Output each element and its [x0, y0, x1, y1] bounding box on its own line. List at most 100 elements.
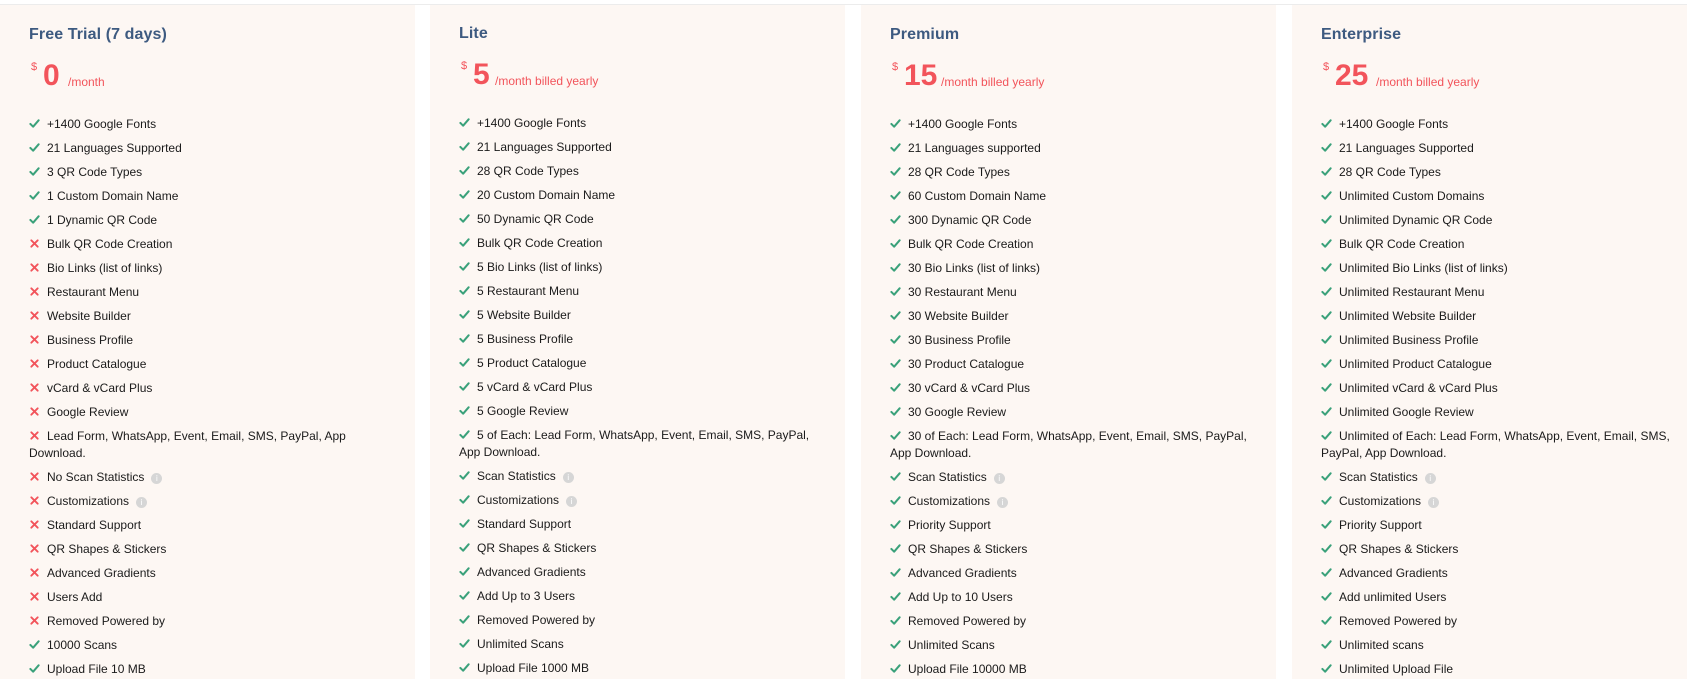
feature-item: Unlimited Business Profile	[1321, 329, 1687, 353]
check-icon	[1321, 568, 1332, 577]
info-icon[interactable]: i	[1428, 497, 1440, 508]
feature-item: Add Up to 10 Users	[890, 586, 1276, 610]
feature-label: vCard & vCard Plus	[47, 381, 153, 395]
cross-icon	[30, 407, 39, 416]
check-icon	[890, 311, 901, 320]
info-icon[interactable]: i	[993, 473, 1005, 484]
check-icon	[459, 615, 470, 624]
price-amount: 25	[1335, 59, 1369, 92]
check-icon	[1321, 472, 1332, 481]
feature-label: Unlimited Business Profile	[1339, 333, 1479, 347]
feature-label: Upload File 10000 MB	[908, 662, 1027, 676]
feature-item: QR Shapes & Stickers	[1321, 538, 1687, 562]
check-icon	[1321, 287, 1332, 296]
feature-item: Unlimited Scans	[459, 633, 845, 657]
check-icon	[29, 191, 40, 200]
cross-icon	[30, 311, 39, 320]
feature-item: 30 Google Review	[890, 401, 1276, 425]
price-currency: $	[1323, 61, 1330, 73]
feature-label: QR Shapes & Stickers	[477, 541, 597, 555]
feature-label: 30 of Each: Lead Form, WhatsApp, Event, …	[890, 429, 1247, 460]
feature-label: 5 Restaurant Menu	[477, 284, 580, 298]
feature-item: Unlimited Google Review	[1321, 401, 1687, 425]
feature-item: Upload File 10000 MB	[890, 658, 1276, 679]
feature-item: 21 Languages Supported	[459, 136, 845, 160]
feature-item: 20 Custom Domain Name	[459, 184, 845, 208]
feature-label: Standard Support	[47, 518, 142, 532]
info-icon[interactable]: i	[151, 473, 163, 484]
check-icon	[890, 359, 901, 368]
feature-item: Unlimited Dynamic QR Code	[1321, 209, 1687, 233]
feature-label: Unlimited vCard & vCard Plus	[1339, 381, 1498, 395]
feature-item: 30 Website Builder	[890, 305, 1276, 329]
check-icon	[1321, 335, 1332, 344]
feature-label: QR Shapes & Stickers	[1339, 542, 1459, 556]
feature-item: Business Profile	[29, 329, 415, 353]
check-icon	[29, 640, 40, 649]
feature-label: Customizations	[1339, 494, 1422, 508]
feature-item: 30 vCard & vCard Plus	[890, 377, 1276, 401]
feature-label: Removed Powered by	[477, 613, 596, 627]
check-icon	[459, 310, 470, 319]
feature-label: 28 QR Code Types	[908, 165, 1010, 179]
info-icon[interactable]: i	[566, 496, 578, 507]
feature-label: Unlimited Product Catalogue	[1339, 357, 1492, 371]
feature-item: 28 QR Code Types	[1321, 161, 1687, 185]
feature-item: 5 vCard & vCard Plus	[459, 376, 845, 400]
check-icon	[890, 239, 901, 248]
check-icon	[1321, 496, 1332, 505]
feature-label: Advanced Gradients	[477, 565, 586, 579]
feature-item: Unlimited Website Builder	[1321, 305, 1687, 329]
feature-item: Scan Statistics i	[459, 465, 845, 489]
check-icon	[1321, 143, 1332, 152]
feature-label: QR Shapes & Stickers	[908, 542, 1028, 556]
feature-label: 20 Custom Domain Name	[477, 188, 616, 202]
check-icon	[459, 166, 470, 175]
check-icon	[890, 496, 901, 505]
info-icon[interactable]: i	[136, 497, 148, 508]
feature-label: Restaurant Menu	[47, 285, 140, 299]
feature-label: Unlimited Google Review	[1339, 405, 1474, 419]
info-icon[interactable]: i	[562, 472, 574, 483]
check-icon	[459, 406, 470, 415]
feature-label: 28 QR Code Types	[477, 164, 579, 178]
feature-label: 21 Languages Supported	[1339, 141, 1474, 155]
feature-item: Priority Support	[1321, 514, 1687, 538]
plan-name: Enterprise	[1321, 26, 1402, 43]
feature-item: Website Builder	[29, 305, 415, 329]
feature-item: Advanced Gradients	[1321, 562, 1687, 586]
feature-item: Unlimited Upload File	[1321, 658, 1687, 679]
info-icon[interactable]: i	[1424, 473, 1436, 484]
feature-item: Upload File 10 MB	[29, 658, 415, 679]
feature-item: Customizations i	[1321, 490, 1687, 514]
price-period: /month billed yearly	[941, 75, 1045, 89]
feature-label: 28 QR Code Types	[1339, 165, 1441, 179]
price-amount: 5	[473, 58, 490, 91]
check-icon	[1321, 191, 1332, 200]
feature-label: 5 of Each: Lead Form, WhatsApp, Event, E…	[459, 428, 810, 459]
cross-icon	[30, 263, 39, 272]
feature-item: 1 Dynamic QR Code	[29, 209, 415, 233]
cross-icon	[30, 383, 39, 392]
feature-label: Bulk QR Code Creation	[47, 237, 173, 251]
check-icon	[1321, 664, 1332, 673]
check-icon	[1321, 263, 1332, 272]
plan-name: Lite	[459, 25, 488, 42]
feature-item: vCard & vCard Plus	[29, 377, 415, 401]
check-icon	[890, 407, 901, 416]
feature-label: +1400 Google Fonts	[1339, 117, 1449, 131]
feature-label: Scan Statistics	[908, 470, 987, 484]
feature-label: 30 Business Profile	[908, 333, 1011, 347]
feature-item: 21 Languages Supported	[1321, 137, 1687, 161]
feature-item: 5 Google Review	[459, 400, 845, 424]
feature-item: Bulk QR Code Creation	[29, 233, 415, 257]
check-icon	[459, 471, 470, 480]
feature-item: Google Review	[29, 401, 415, 425]
feature-item: 21 Languages Supported	[29, 137, 415, 161]
info-icon[interactable]: i	[997, 497, 1009, 508]
feature-item: Restaurant Menu	[29, 281, 415, 305]
feature-item: Priority Support	[890, 514, 1276, 538]
price-period: /month billed yearly	[1376, 75, 1480, 89]
feature-label: Unlimited scans	[1339, 638, 1424, 652]
check-icon	[1321, 520, 1332, 529]
